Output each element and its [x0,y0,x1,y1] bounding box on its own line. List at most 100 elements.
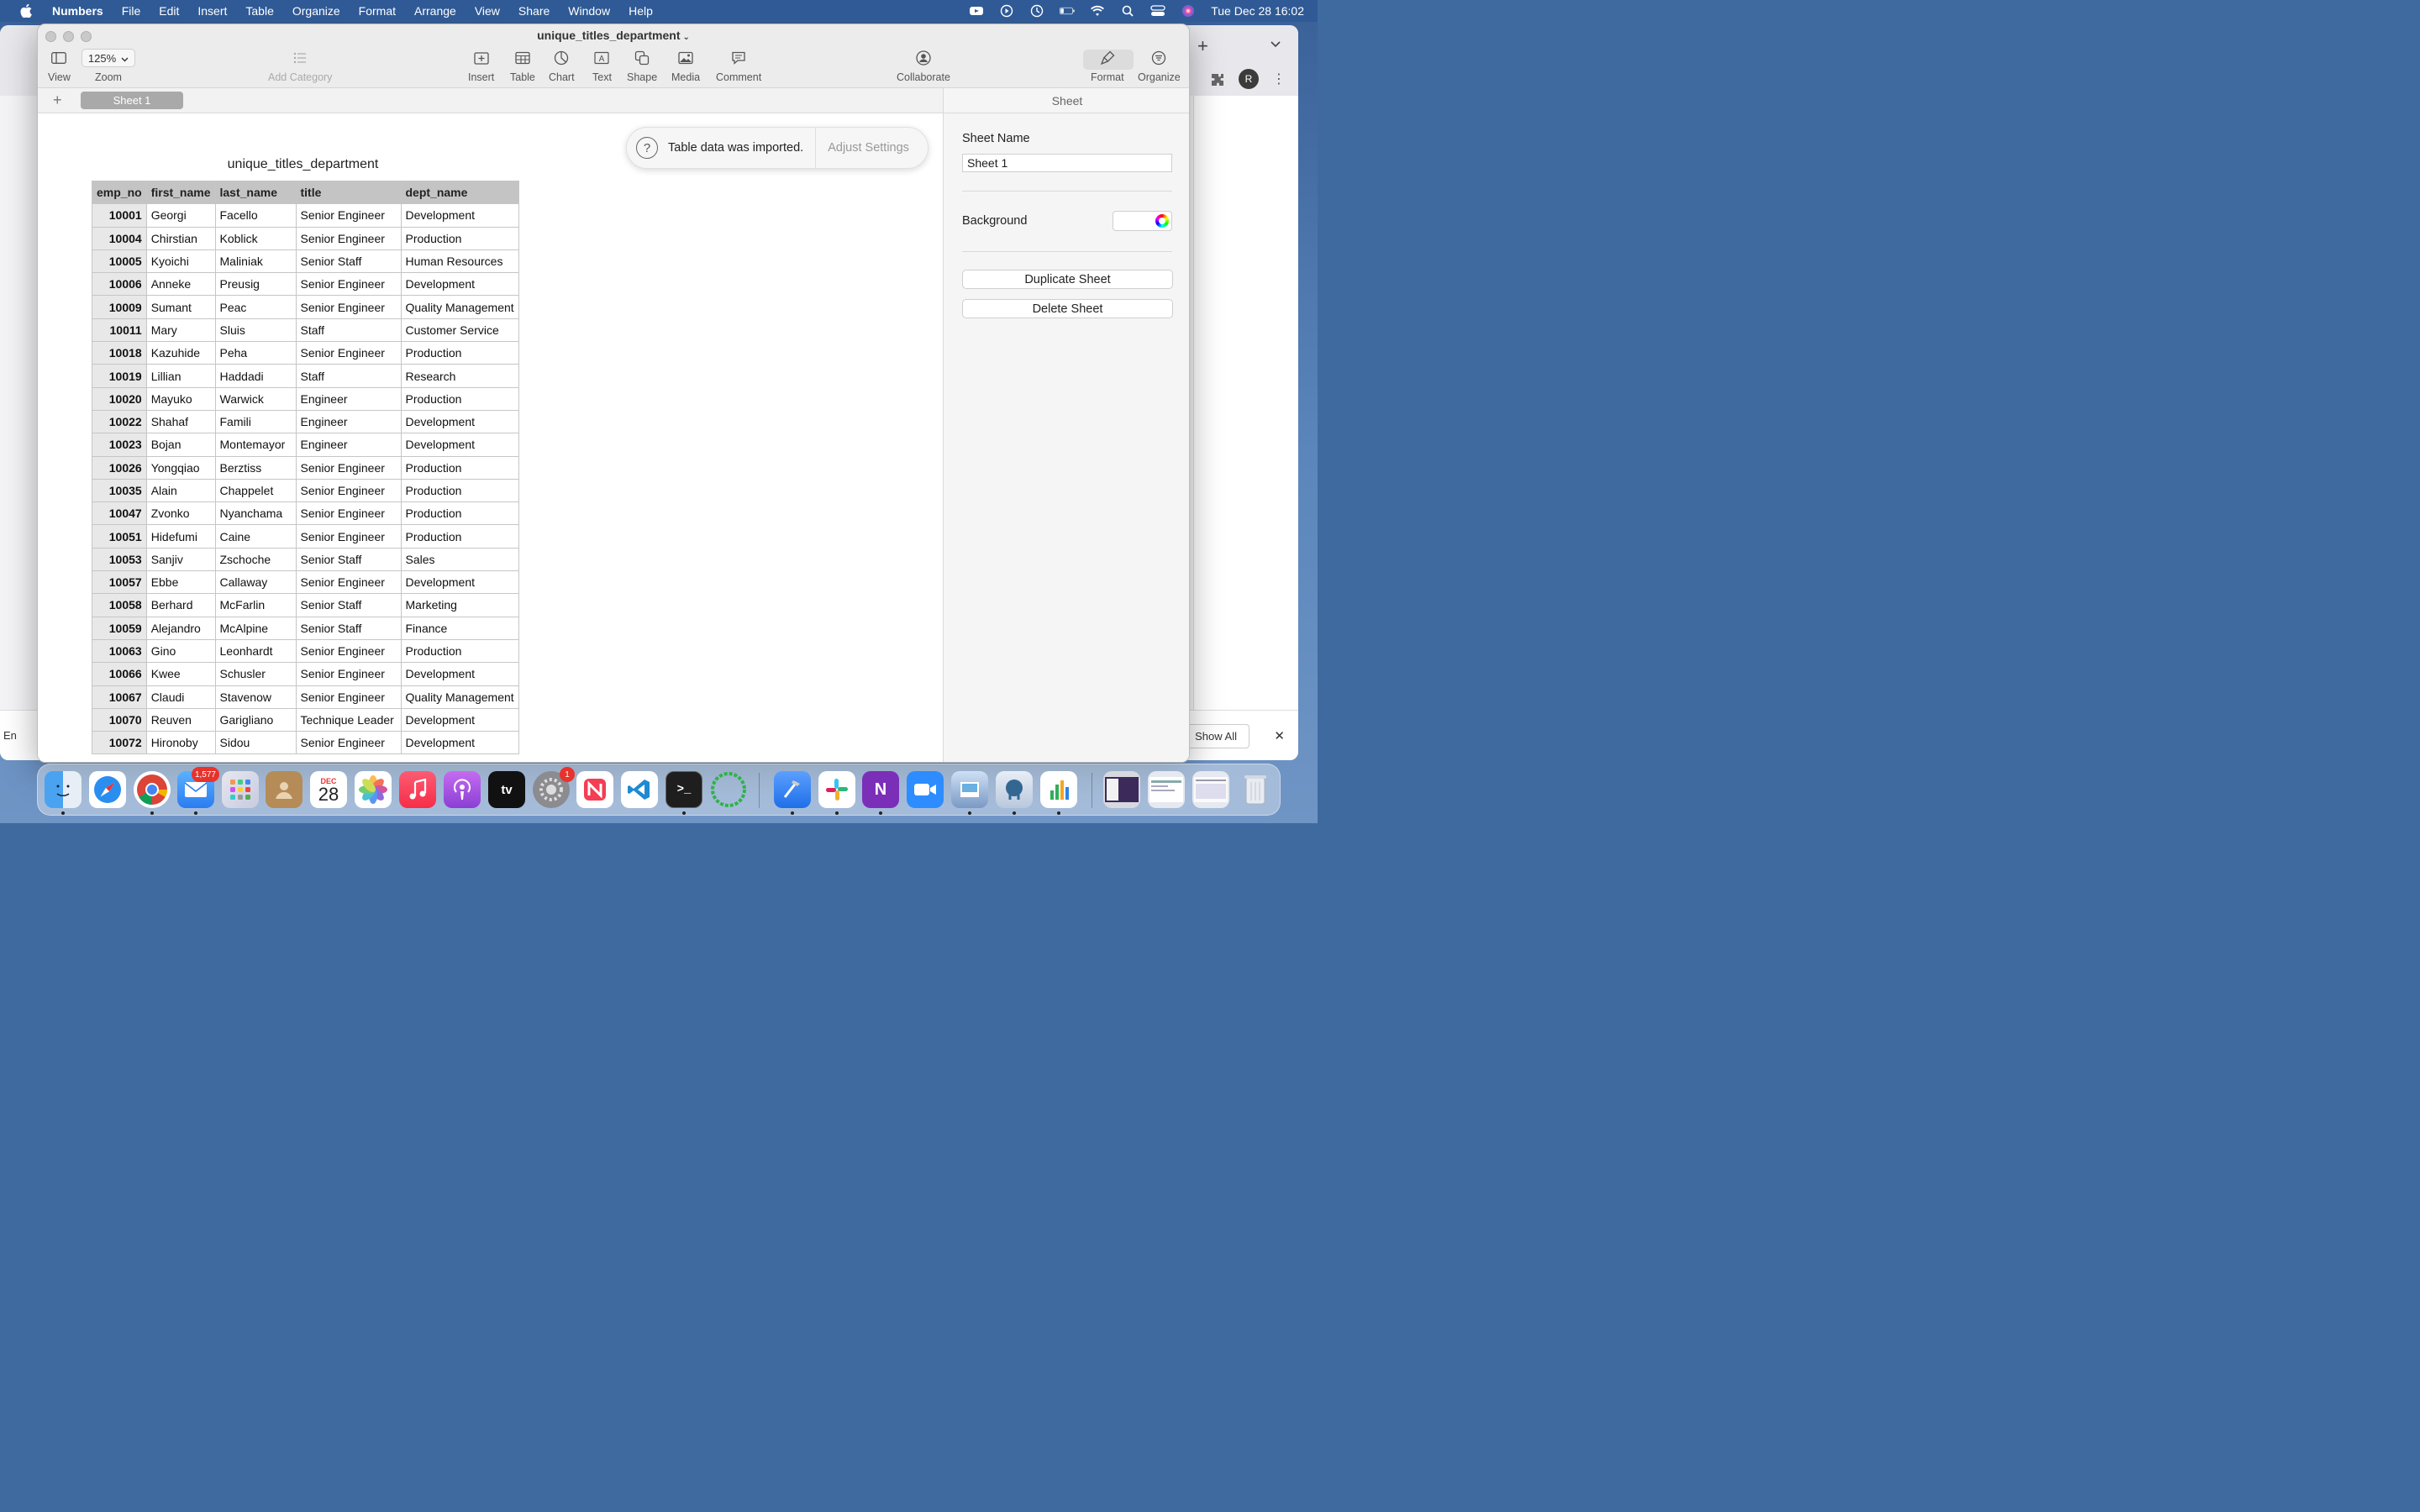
table-cell-last-name[interactable]: Nyanchama [214,501,297,526]
table-cell-dept-name[interactable]: Development [400,570,519,595]
table-cell-last-name[interactable]: Chappelet [214,478,297,503]
comment-button[interactable]: Comment [716,48,761,83]
close-download-bar-icon[interactable]: ✕ [1274,728,1285,743]
table-cell-last-name[interactable]: Caine [214,524,297,549]
table-cell-emp-no[interactable]: 10004 [92,226,147,250]
spotlight-search-icon[interactable] [1120,5,1135,17]
column-header[interactable]: emp_no [92,180,147,205]
menu-organize[interactable]: Organize [292,4,340,18]
table-cell-last-name[interactable]: Peha [214,341,297,365]
table-cell-first-name[interactable]: Alain [145,478,216,503]
recent-window-thumbnail-2[interactable] [1148,771,1185,808]
table-cell-last-name[interactable]: McAlpine [214,616,297,640]
table-cell-title[interactable]: Senior Engineer [295,478,402,503]
table-cell-title[interactable]: Senior Staff [295,593,402,617]
table-cell-emp-no[interactable]: 10072 [92,731,147,755]
menu-file[interactable]: File [122,4,141,18]
table-row[interactable]: 10047 Zvonko Nyanchama Senior Engineer Produ… [92,501,519,526]
tab-sheet[interactable]: Sheet [944,88,1189,113]
table-cell-dept-name[interactable]: Marketing [400,593,519,617]
table-cell-title[interactable]: Senior Engineer [295,570,402,595]
column-header[interactable]: last_name [214,180,297,205]
table-row[interactable]: 10009 Sumant Peac Senior Engineer Quality Ma… [92,295,519,319]
table-row[interactable]: 10053 Sanjiv Zschoche Senior Staff Sales [92,547,519,572]
table-cell-last-name[interactable]: Berztiss [214,455,297,480]
table-row[interactable]: 10004 Chirstian Koblick Senior Engineer Prod… [92,226,519,250]
table-row[interactable]: 10067 Claudi Stavenow Senior Engineer Qualit… [92,685,519,709]
table-row[interactable]: 10023 Bojan Montemayor Engineer Development [92,433,519,457]
table-cell-emp-no[interactable]: 10063 [92,638,147,664]
table-row[interactable]: 10011 Mary Sluis Staff Customer Service [92,318,519,343]
table-button[interactable]: Table [510,48,535,83]
adjust-settings-button[interactable]: Adjust Settings [828,141,909,155]
table-row[interactable]: 10070 Reuven Garigliano Technique Leader Dev… [92,707,519,732]
table-cell-first-name[interactable]: Berhard [145,593,216,617]
color-wheel-icon[interactable] [1155,214,1169,228]
extensions-icon[interactable] [1210,72,1225,87]
table-cell-emp-no[interactable]: 10051 [92,524,147,549]
contacts-icon[interactable] [266,771,302,808]
table-row[interactable]: 10059 Alejandro McAlpine Senior Staff Financ… [92,616,519,640]
table-cell-title[interactable]: Senior Staff [295,249,402,274]
zoom-app-icon[interactable] [907,771,944,808]
table-cell-first-name[interactable]: Sumant [145,295,216,319]
table-cell-first-name[interactable]: Zvonko [145,501,216,526]
table-row[interactable]: 10051 Hidefumi Caine Senior Engineer Product… [92,524,519,549]
menu-arrange[interactable]: Arrange [414,4,456,18]
table-cell-emp-no[interactable]: 10020 [92,386,147,411]
table-row[interactable]: 10019 Lillian Haddadi Staff Research [92,364,519,388]
column-header[interactable]: title [295,180,402,205]
table-row[interactable]: 10018 Kazuhide Peha Senior Engineer Producti… [92,341,519,365]
table-cell-dept-name[interactable]: Human Resources [400,249,519,274]
table-cell-first-name[interactable]: Claudi [145,685,216,709]
table-cell-title[interactable]: Technique Leader [295,707,402,732]
menu-table[interactable]: Table [245,4,273,18]
column-header[interactable]: first_name [145,180,216,205]
duplicate-sheet-button[interactable]: Duplicate Sheet [962,270,1173,289]
table-cell-first-name[interactable]: Shahaf [145,409,216,434]
table-cell-title[interactable]: Senior Engineer [295,638,402,664]
launchpad-icon[interactable] [222,771,259,808]
table-cell-dept-name[interactable]: Production [400,478,519,503]
menu-app-name[interactable]: Numbers [52,4,103,18]
table-cell-last-name[interactable]: Koblick [214,226,297,250]
media-button[interactable]: Media [671,48,700,83]
recent-window-thumbnail-3[interactable] [1192,771,1229,808]
table-cell-first-name[interactable]: Kazuhide [145,341,216,365]
table-cell-title[interactable]: Engineer [295,409,402,434]
table-row[interactable]: 10026 Yongqiao Berztiss Senior Engineer Prod… [92,455,519,480]
table-cell-title[interactable]: Senior Engineer [295,295,402,319]
play-icon[interactable] [999,4,1014,18]
menu-format[interactable]: Format [359,4,396,18]
apple-tv-icon[interactable]: tv [488,771,525,808]
table-cell-emp-no[interactable]: 10011 [92,318,147,343]
numbers-app-icon[interactable] [1040,771,1077,808]
music-icon[interactable] [399,771,436,808]
table-cell-dept-name[interactable]: Development [400,433,519,457]
table-row[interactable]: 10072 Hironoby Sidou Senior Engineer Develop… [92,731,519,755]
table-cell-title[interactable]: Senior Staff [295,547,402,572]
terminal-icon[interactable]: >_ [666,771,702,808]
table-cell-title[interactable]: Senior Engineer [295,203,402,228]
table-cell-title[interactable]: Engineer [295,433,402,457]
menubar-clock[interactable]: Tue Dec 28 16:02 [1211,4,1304,18]
sheet-canvas[interactable]: ? Table data was imported. Adjust Settin… [38,113,943,762]
table-cell-dept-name[interactable]: Production [400,524,519,549]
table-cell-emp-no[interactable]: 10070 [92,707,147,732]
table-cell-emp-no[interactable]: 10001 [92,203,147,228]
table-cell-dept-name[interactable]: Production [400,226,519,250]
table-cell-first-name[interactable]: Mayuko [145,386,216,411]
show-all-downloads-button[interactable]: Show All [1182,724,1249,748]
table-cell-last-name[interactable]: Sluis [214,318,297,343]
collaborate-button[interactable]: Collaborate [897,48,950,83]
control-center-icon[interactable] [1150,5,1165,17]
tab-sheet-1[interactable]: Sheet 1 [81,92,183,109]
table-cell-first-name[interactable]: Yongqiao [145,455,216,480]
table-cell-title[interactable]: Senior Engineer [295,731,402,755]
table-row[interactable]: 10035 Alain Chappelet Senior Engineer Produc… [92,478,519,503]
menu-insert[interactable]: Insert [197,4,227,18]
trash-icon[interactable] [1237,771,1274,808]
news-icon[interactable] [576,771,613,808]
table-cell-title[interactable]: Senior Engineer [295,662,402,686]
table-cell-first-name[interactable]: Sanjiv [145,547,216,572]
